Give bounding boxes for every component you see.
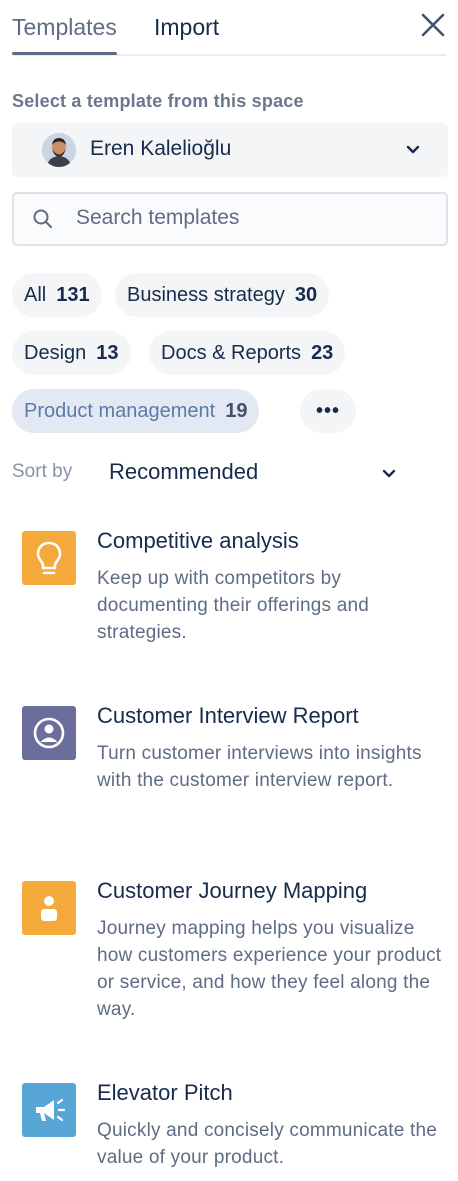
tab-import[interactable]: Import bbox=[154, 12, 219, 42]
template-item[interactable]: Elevator Pitch Quickly and concisely com… bbox=[0, 1080, 458, 1175]
chip-label: All bbox=[24, 283, 47, 306]
category-chip-all[interactable]: All 131 bbox=[12, 273, 102, 317]
space-name: Eren Kalelioğlu bbox=[90, 137, 232, 160]
chip-count: 131 bbox=[56, 283, 90, 306]
template-description: Journey mapping helps you visualize how … bbox=[97, 918, 442, 1020]
space-select-label: Select a template from this space bbox=[12, 91, 304, 111]
template-description: Keep up with competitors by documenting … bbox=[97, 568, 370, 643]
chevron-down-icon[interactable] bbox=[382, 469, 396, 479]
template-title: Customer Journey Mapping bbox=[97, 878, 368, 903]
sort-select[interactable]: Recommended bbox=[109, 459, 258, 485]
megaphone-icon bbox=[22, 1083, 76, 1137]
close-icon[interactable] bbox=[418, 10, 448, 40]
user-circle-icon bbox=[22, 706, 76, 760]
template-description: Quickly and concisely communicate the va… bbox=[97, 1120, 438, 1168]
chip-label: Docs & Reports bbox=[161, 341, 302, 364]
more-categories-button[interactable]: ••• bbox=[300, 389, 356, 433]
search-box bbox=[12, 192, 448, 246]
chip-label: Business strategy bbox=[127, 283, 285, 306]
chevron-down-icon bbox=[406, 145, 420, 154]
person-icon bbox=[22, 881, 76, 935]
chip-count: 30 bbox=[294, 283, 318, 306]
template-title: Competitive analysis bbox=[97, 528, 299, 553]
chip-count: 23 bbox=[311, 341, 334, 364]
sort-label: Sort by bbox=[12, 461, 73, 482]
chip-count: 19 bbox=[225, 399, 248, 422]
template-item[interactable]: Customer Journey Mapping Journey mapping… bbox=[0, 878, 458, 1023]
category-chip-product-management[interactable]: Product management 19 bbox=[12, 389, 260, 433]
lightbulb-icon bbox=[22, 531, 76, 585]
chip-count: 13 bbox=[96, 341, 119, 364]
category-chip-docs-reports[interactable]: Docs & Reports 23 bbox=[149, 331, 346, 375]
category-chip-business-strategy[interactable]: Business strategy 30 bbox=[115, 273, 330, 317]
chip-label: Product management bbox=[24, 399, 216, 422]
template-item[interactable]: Customer Interview Report Turn customer … bbox=[0, 703, 458, 823]
tab-templates[interactable]: Templates bbox=[12, 12, 117, 55]
template-title: Elevator Pitch bbox=[97, 1080, 233, 1105]
template-title: Customer Interview Report bbox=[97, 703, 359, 728]
template-item[interactable]: Competitive analysis Keep up with compet… bbox=[0, 528, 458, 648]
space-select[interactable]: Eren Kalelioğlu bbox=[12, 123, 448, 177]
avatar bbox=[42, 133, 76, 167]
chip-label: Design bbox=[24, 341, 87, 364]
tab-bar: Templates Import bbox=[12, 0, 446, 56]
search-icon bbox=[33, 209, 52, 228]
category-chip-design[interactable]: Design 13 bbox=[12, 331, 131, 375]
search-input[interactable] bbox=[76, 204, 426, 232]
template-description: Turn customer interviews into insights w… bbox=[97, 743, 422, 791]
